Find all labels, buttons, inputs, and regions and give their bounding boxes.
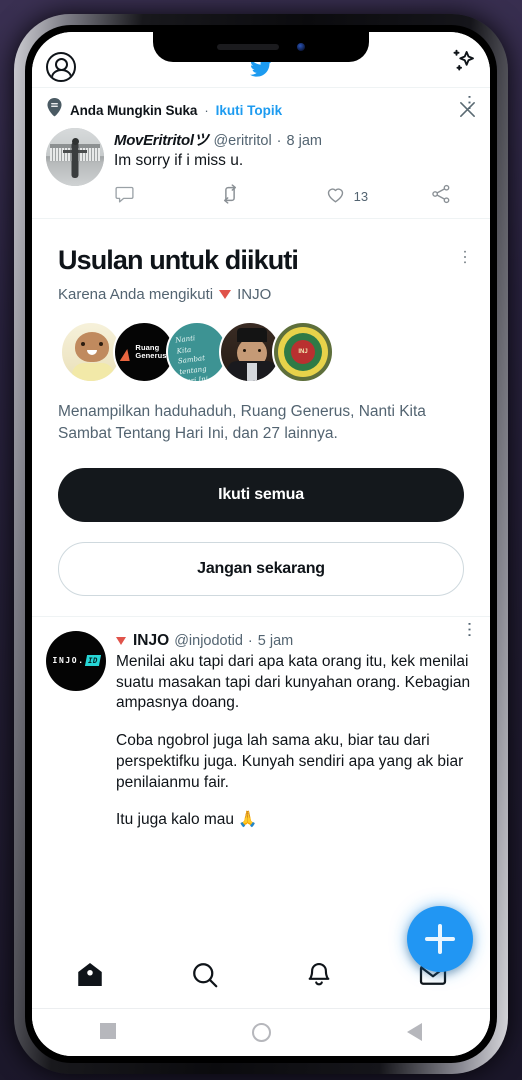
tweet-paragraph-1: Menilai aku tapi dari apa kata orang itu… (116, 652, 471, 712)
tweet-author-line: MovEritritolツ @eritritol · 8 jam (114, 129, 476, 150)
avatar-detail (87, 350, 97, 356)
hand-line-3: tentang (178, 364, 208, 376)
like-count: 13 (353, 189, 369, 205)
avatar-detail (247, 363, 257, 382)
tab-search[interactable] (190, 960, 220, 995)
author-display-name[interactable]: INJO (133, 632, 169, 650)
avatar-detail (243, 349, 261, 353)
hand-line-1: Nanti (174, 334, 196, 345)
phone-bezel: Anda Mungkin Suka · Ikuti Topik MovEritr… (25, 25, 497, 1063)
avatar-detail (81, 342, 103, 347)
tweet-body: MovEritritolツ @eritritol · 8 jam Im sorr… (114, 128, 476, 210)
reply-action[interactable] (114, 184, 219, 210)
photo-person-body (71, 142, 79, 178)
avatar[interactable] (46, 128, 104, 186)
hand-line-4: Hari Ini (180, 375, 209, 384)
tweet-timestamp[interactable]: 5 jam (258, 633, 293, 649)
plus-icon (438, 924, 442, 954)
suggestion-reason-account[interactable]: INJO (237, 286, 271, 303)
tweet-author-line: INJO @injodotid · 5 jam (116, 632, 476, 650)
author-display-name[interactable]: MovEritritolツ (114, 129, 209, 150)
tweet-paragraph-3: Itu juga kalo mau 🙏 (116, 811, 258, 829)
share-icon (430, 183, 452, 210)
tab-home[interactable] (75, 960, 105, 995)
suggested-avatar-5[interactable]: INJ (272, 321, 334, 384)
android-system-nav (32, 1008, 490, 1056)
tweet-paragraph-2: Coba ngobrol juga lah sama aku, biar tau… (116, 732, 464, 791)
injo-logo-word: INJO. (52, 656, 85, 666)
suggestion-reason: Karena Anda mengikuti INJO (58, 286, 464, 303)
more-options-icon[interactable]: ⋯ (460, 94, 479, 111)
promoted-topic-card: Anda Mungkin Suka · Ikuti Topik MovEritr… (32, 88, 490, 218)
circle-icon[interactable] (252, 1023, 271, 1042)
account-circle-icon[interactable] (46, 52, 76, 82)
more-options-icon[interactable]: ⋯ (456, 249, 473, 265)
avatar-detail (237, 328, 267, 343)
tweet-body: INJO @injodotid · 5 jam Menilai aku tapi… (116, 631, 476, 831)
earpiece-speaker (217, 44, 279, 50)
triangle-back-icon[interactable] (407, 1023, 422, 1041)
suggestion-reason-prefix: Karena Anda mengikuti (58, 286, 214, 304)
suggestion-description: Menampilkan haduhaduh, Ruang Generus, Na… (58, 403, 426, 442)
sparkle-icon[interactable] (446, 48, 476, 83)
phone-notch (153, 32, 369, 62)
promoted-header: Anda Mungkin Suka · Ikuti Topik (46, 98, 476, 122)
phone-device-frame: Anda Mungkin Suka · Ikuti Topik MovEritr… (14, 14, 508, 1074)
tweet-actions: 13 (114, 183, 476, 210)
avatar[interactable]: INJO. ID (46, 630, 106, 691)
topic-pin-icon (46, 98, 63, 122)
promoted-separator: · (204, 102, 209, 118)
follow-topic-link[interactable]: Ikuti Topik (216, 103, 283, 118)
triangle-badge-icon (116, 636, 126, 645)
injo-tweet[interactable]: INJO. ID INJO @injodotid · 5 jam Menilai… (32, 617, 490, 831)
compose-tweet-fab[interactable] (407, 906, 473, 972)
brand-line-2: Generus (135, 351, 167, 361)
square-icon[interactable] (100, 1023, 116, 1039)
tweet-text: Menilai aku tapi dari apa kata orang itu… (116, 652, 476, 831)
tweet-timestamp[interactable]: 8 jam (287, 133, 322, 149)
injo-logo: INJO. ID (52, 655, 101, 667)
page-title: Usulan untuk diikuti (58, 245, 299, 276)
suggested-avatars-row[interactable]: Ruang Generus Nanti Kita Sambat tentang … (58, 321, 464, 384)
share-action[interactable] (430, 183, 452, 210)
like-action[interactable]: 13 (325, 184, 430, 210)
tweet-text: Im sorry if i miss u. (114, 152, 244, 169)
injo-logo-badge: ID (84, 655, 101, 667)
triangle-badge-icon (219, 290, 232, 300)
tweet-row[interactable]: INJO. ID INJO @injodotid · 5 jam Menilai… (46, 621, 479, 831)
author-handle[interactable]: @eritritol (213, 133, 271, 149)
retweet-icon (219, 183, 241, 210)
phone-screen: Anda Mungkin Suka · Ikuti Topik MovEritr… (32, 32, 490, 1056)
reply-icon (114, 184, 135, 210)
retweet-action[interactable] (219, 183, 324, 210)
hand-line-2: Kita Sambat (176, 345, 206, 366)
timeline-feed[interactable]: Anda Mungkin Suka · Ikuti Topik MovEritr… (32, 87, 490, 974)
promoted-module-label: Anda Mungkin Suka (70, 102, 198, 118)
more-options-icon[interactable]: ⋯ (460, 621, 479, 638)
tweet-row[interactable]: MovEritritolツ @eritritol · 8 jam Im sorr… (46, 94, 479, 210)
not-now-button[interactable]: Jangan sekarang (58, 541, 464, 596)
follow-all-button[interactable]: Ikuti semua (58, 467, 464, 522)
front-camera (297, 43, 305, 51)
like-icon (325, 184, 346, 210)
follow-suggestion-module: ⋯ Usulan untuk diikuti Karena Anda mengi… (32, 219, 490, 616)
author-handle[interactable]: @injodotid (174, 633, 243, 649)
emblem-label: INJ (298, 349, 308, 356)
author-separator: · (276, 133, 282, 149)
author-separator: · (247, 632, 253, 649)
tab-notifications[interactable] (305, 961, 333, 994)
